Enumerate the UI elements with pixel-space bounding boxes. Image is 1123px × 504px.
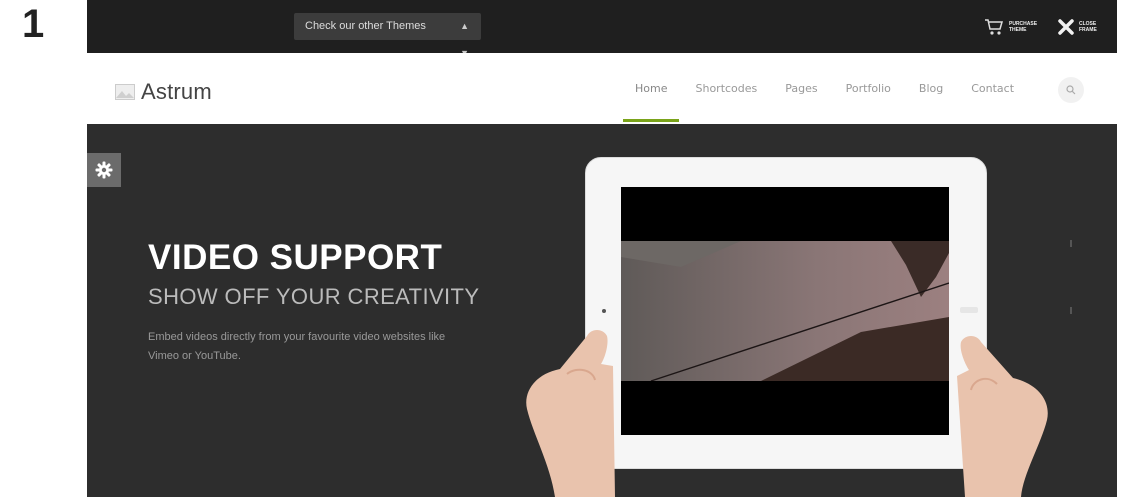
hero-title: VIDEO SUPPORT (148, 238, 443, 277)
site-header: Astrum Home Shortcodes Pages Portfolio B… (87, 53, 1117, 124)
tablet-camera (602, 309, 606, 313)
nav-shortcodes[interactable]: Shortcodes (695, 82, 757, 95)
style-switcher-toggle[interactable] (87, 153, 121, 187)
nav-portfolio[interactable]: Portfolio (846, 82, 891, 95)
website-preview: Check our other Themes ▲▼ PURCHASE THEME… (87, 0, 1117, 497)
close-x-icon (1058, 19, 1074, 35)
theme-select-dropdown[interactable]: Check our other Themes ▲▼ (294, 13, 481, 58)
nav-home[interactable]: Home (622, 82, 681, 122)
hero-description: Embed videos directly from your favourit… (148, 331, 446, 362)
site-logo[interactable]: Astrum (115, 79, 212, 105)
video-frame-image (621, 187, 949, 435)
tablet-device-image (585, 157, 987, 469)
purchase-theme-label: PURCHASE THEME (1009, 21, 1038, 33)
hero-slider: VIDEO SUPPORT SHOW OFF YOUR CREATIVITY E… (87, 124, 1117, 497)
main-nav: Home Shortcodes Pages Portfolio Blog Con… (622, 53, 1042, 124)
close-frame-label: CLOSE FRAME (1079, 21, 1097, 33)
figure-number: 1 (22, 2, 45, 46)
gear-icon (95, 161, 113, 179)
nav-blog[interactable]: Blog (919, 82, 943, 95)
close-frame-button[interactable]: CLOSE FRAME (1058, 14, 1105, 40)
right-hand-image (957, 336, 1048, 497)
theme-select-value: Check our other Themes (305, 20, 426, 32)
cart-icon (985, 19, 1003, 35)
left-hand-image (526, 330, 615, 497)
logo-text: Astrum (141, 79, 212, 104)
theme-switcher-bar: Check our other Themes ▲▼ PURCHASE THEME… (87, 0, 1117, 58)
image-icon (115, 84, 135, 100)
search-button[interactable] (1058, 77, 1084, 103)
hero-subtitle: SHOW OFF YOUR CREATIVITY (148, 284, 480, 309)
tablet-home-button (960, 307, 978, 313)
nav-pages[interactable]: Pages (785, 82, 817, 95)
purchase-theme-button[interactable]: PURCHASE THEME (984, 14, 1038, 40)
search-icon (1066, 85, 1076, 95)
nav-contact[interactable]: Contact (971, 82, 1014, 95)
video-player[interactable] (621, 187, 949, 435)
